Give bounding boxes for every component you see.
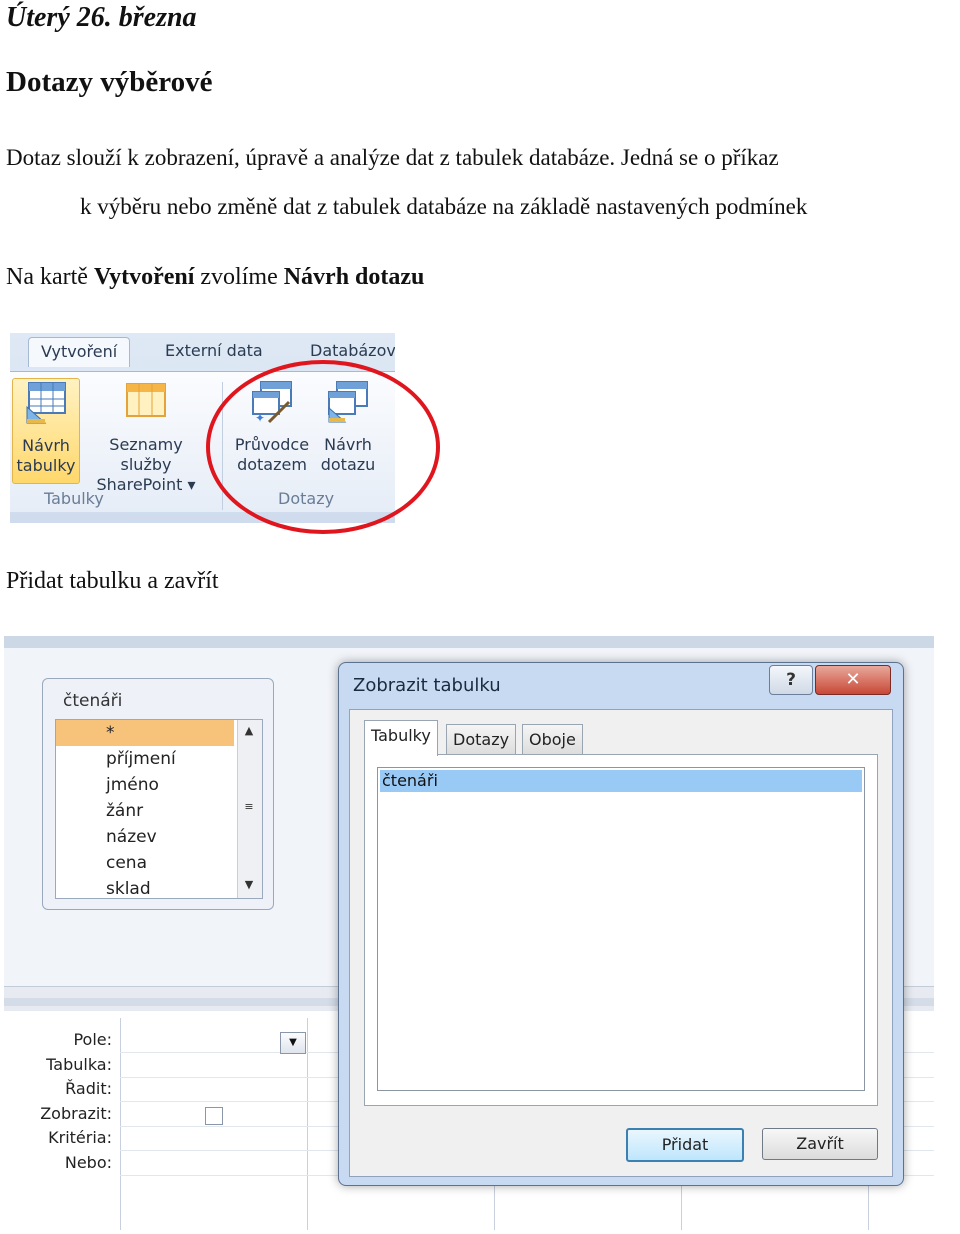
field-list[interactable]: * příjmení jméno žánr název cena sklad ▲…: [55, 719, 263, 899]
tab-panel: čtenáři: [364, 754, 878, 1106]
page-title: Dotazy výběrové: [6, 66, 213, 98]
field-item[interactable]: sklad: [56, 876, 234, 898]
field-item[interactable]: cena: [56, 850, 234, 876]
row-label-radit: Řadit:: [65, 1079, 112, 1098]
field-item[interactable]: žánr: [56, 798, 234, 824]
sharepoint-list-icon: [126, 383, 166, 417]
grid-row-labels: Pole: Tabulka: Řadit: Zobrazit: Kritéria…: [4, 1028, 112, 1175]
list-item[interactable]: čtenáři: [380, 770, 862, 792]
field-list-scrollbar[interactable]: ▲ ≡ ▼: [237, 720, 262, 898]
scroll-grip-icon[interactable]: ≡: [242, 800, 256, 813]
date-heading: Úterý 26. března: [6, 2, 197, 33]
field-item[interactable]: jméno: [56, 772, 234, 798]
field-dropdown-button[interactable]: ▼: [280, 1032, 306, 1054]
table-box-ctenari[interactable]: čtenáři * příjmení jméno žánr název cena…: [42, 678, 274, 910]
field-item[interactable]: název: [56, 824, 234, 850]
tab-tabulky[interactable]: Tabulky: [364, 720, 438, 756]
seznamy-sharepoint-button[interactable]: Seznamy služby SharePoint ▾: [82, 378, 210, 494]
tab-oboje[interactable]: Oboje: [522, 724, 583, 755]
field-item[interactable]: *: [56, 720, 234, 746]
group-label-tabulky: Tabulky: [44, 489, 104, 508]
navrh-tabulky-label-2: tabulky: [16, 456, 76, 475]
intro-line-2: k výběru nebo změně dat z tabulek databá…: [80, 194, 808, 219]
intro-line-1: Dotaz slouží k zobrazení, úpravě a analý…: [6, 145, 779, 170]
table-box-title: čtenáři: [63, 691, 123, 711]
instruction-mid: zvolíme: [194, 264, 284, 290]
instruction-1: Na kartě Vytvoření zvolíme Návrh dotazu: [6, 264, 424, 291]
row-label-nebo: Nebo:: [64, 1152, 112, 1172]
close-button[interactable]: Zavřít: [762, 1128, 878, 1160]
navrh-tabulky-label-1: Návrh: [22, 436, 70, 455]
highlight-circle: [206, 360, 440, 534]
row-label-pole: Pole:: [73, 1030, 112, 1049]
scroll-down-icon[interactable]: ▼: [242, 878, 256, 891]
row-label-zobrazit: Zobrazit:: [40, 1103, 112, 1123]
seznamy-label-1: Seznamy služby: [109, 435, 183, 474]
show-table-dialog: Zobrazit tabulku ? ✕ Tabulky Dotazy Oboj…: [338, 662, 904, 1186]
instruction-prefix: Na kartě: [6, 264, 94, 290]
tab-dotazy[interactable]: Dotazy: [446, 724, 517, 755]
show-checkbox[interactable]: [205, 1107, 223, 1125]
close-icon[interactable]: ✕: [815, 665, 891, 695]
tab-vytvoreni[interactable]: Vytvoření: [28, 337, 131, 367]
dialog-body: Tabulky Dotazy Oboje čtenáři Přidat Zavř…: [349, 709, 893, 1177]
field-item[interactable]: příjmení: [56, 746, 234, 772]
tab-databazove-nastroje[interactable]: Databázov: [310, 341, 395, 360]
add-button[interactable]: Přidat: [626, 1128, 744, 1162]
navrh-tabulky-button[interactable]: Návrh tabulky: [12, 378, 80, 484]
instruction-bold-create: Vytvoření: [93, 264, 195, 290]
instruction-2: Přidat tabulku a zavřít: [6, 568, 219, 594]
grid-column-line: [120, 1018, 121, 1230]
dialog-title: Zobrazit tabulku: [353, 675, 501, 696]
help-button[interactable]: ?: [769, 665, 813, 695]
table-listbox[interactable]: čtenáři: [377, 767, 865, 1091]
scroll-up-icon[interactable]: ▲: [242, 724, 256, 737]
row-label-tabulka: Tabulka:: [46, 1054, 112, 1074]
table-design-icon: [26, 382, 66, 424]
row-label-kriteria: Kritéria:: [48, 1128, 112, 1147]
window-top-strip: [4, 636, 934, 648]
tab-externi-data[interactable]: Externí data: [165, 341, 263, 360]
instruction-bold-query-design: Návrh dotazu: [283, 264, 425, 290]
grid-column-line: [307, 1018, 308, 1230]
